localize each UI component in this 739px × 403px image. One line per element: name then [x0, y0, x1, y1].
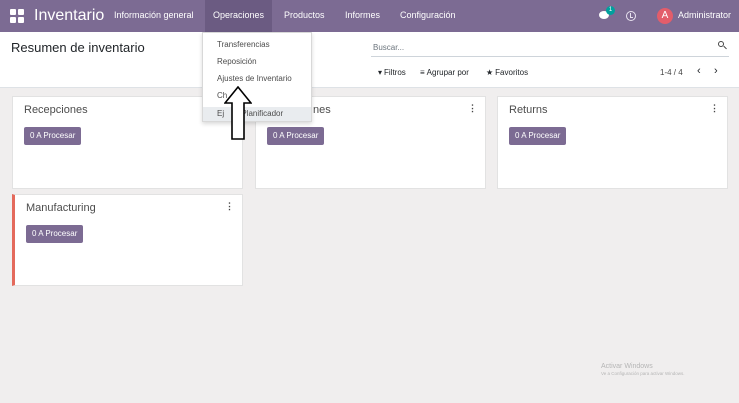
- card-title[interactable]: Manufacturing: [26, 202, 96, 214]
- process-button[interactable]: 0 A Procesar: [267, 127, 325, 145]
- card-title[interactable]: Recepciones: [24, 104, 88, 116]
- group-by-label: Agrupar por: [426, 68, 469, 77]
- process-button[interactable]: 0 A Procesar: [26, 225, 84, 243]
- menu-item-transferencias[interactable]: Transferencias: [217, 40, 270, 49]
- menu-item-reposicion[interactable]: Reposición: [217, 57, 257, 66]
- activity-clock-icon[interactable]: [626, 11, 636, 21]
- card-title[interactable]: nes: [313, 104, 331, 116]
- star-icon: ★: [486, 68, 494, 77]
- watermark-subtitle: Ve a Configuración para activar Windows.: [601, 371, 685, 376]
- menu-informes[interactable]: Informes: [345, 10, 380, 20]
- process-button[interactable]: 0 A Procesar: [509, 127, 567, 145]
- control-panel: Resumen de inventario ▾Filtros ≡Agrupar …: [0, 32, 739, 88]
- menu-configuracion[interactable]: Configuración: [400, 10, 456, 20]
- menu-item-ejecutar-planificador[interactable]: Ej Planificador: [203, 107, 311, 121]
- search-bar: [371, 37, 729, 57]
- menu-operaciones[interactable]: Operaciones: [205, 0, 273, 32]
- operations-dropdown: Transferencias Reposición Ajustes de Inv…: [202, 32, 312, 122]
- favorites-button[interactable]: ★ Favoritos: [486, 68, 528, 77]
- pager-previous-icon[interactable]: ‹: [697, 65, 701, 77]
- watermark-title: Activar Windows: [601, 363, 653, 370]
- chat-badge: 1: [606, 6, 615, 15]
- pager-value[interactable]: 1-4 / 4: [660, 68, 683, 77]
- card-menu-icon[interactable]: ⋮: [468, 103, 477, 114]
- card-menu-icon[interactable]: ⋮: [225, 201, 234, 212]
- windows-activation-watermark: Activar Windows Ve a Configuración para …: [601, 363, 685, 376]
- menu-productos[interactable]: Productos: [284, 10, 325, 20]
- search-input[interactable]: [373, 40, 703, 54]
- process-button[interactable]: 0 A Procesar: [24, 127, 82, 145]
- group-by-button[interactable]: ≡ Agrupar por: [420, 68, 469, 77]
- favorites-label: Favoritos: [495, 68, 529, 77]
- chat-icon[interactable]: 1: [599, 6, 615, 20]
- filter-icon: ▾: [378, 68, 383, 77]
- card-returns[interactable]: Returns ⋮ 0 A Procesar: [497, 96, 728, 189]
- filters-label: Filtros: [384, 68, 406, 77]
- search-icon[interactable]: [718, 41, 727, 50]
- menu-item-ajustes-inventario[interactable]: Ajustes de Inventario: [217, 74, 292, 83]
- menu-informacion-general[interactable]: Información general: [114, 10, 194, 20]
- page-title: Resumen de inventario: [11, 40, 145, 55]
- pointer-arrow-icon: [224, 86, 252, 140]
- list-icon: ≡: [420, 68, 425, 77]
- card-manufacturing[interactable]: Manufacturing ⋮ 0 A Procesar: [12, 194, 243, 286]
- filters-button[interactable]: ▾ Filtros: [378, 68, 406, 77]
- card-menu-icon[interactable]: ⋮: [710, 103, 719, 114]
- pager-next-icon[interactable]: ›: [714, 65, 718, 77]
- card-title[interactable]: Returns: [509, 104, 548, 116]
- apps-menu-icon[interactable]: [10, 9, 24, 23]
- top-navbar: Inventario Información general Operacion…: [0, 0, 739, 32]
- user-name[interactable]: Administrator: [678, 10, 731, 20]
- app-brand[interactable]: Inventario: [34, 7, 104, 25]
- avatar[interactable]: A: [657, 8, 673, 24]
